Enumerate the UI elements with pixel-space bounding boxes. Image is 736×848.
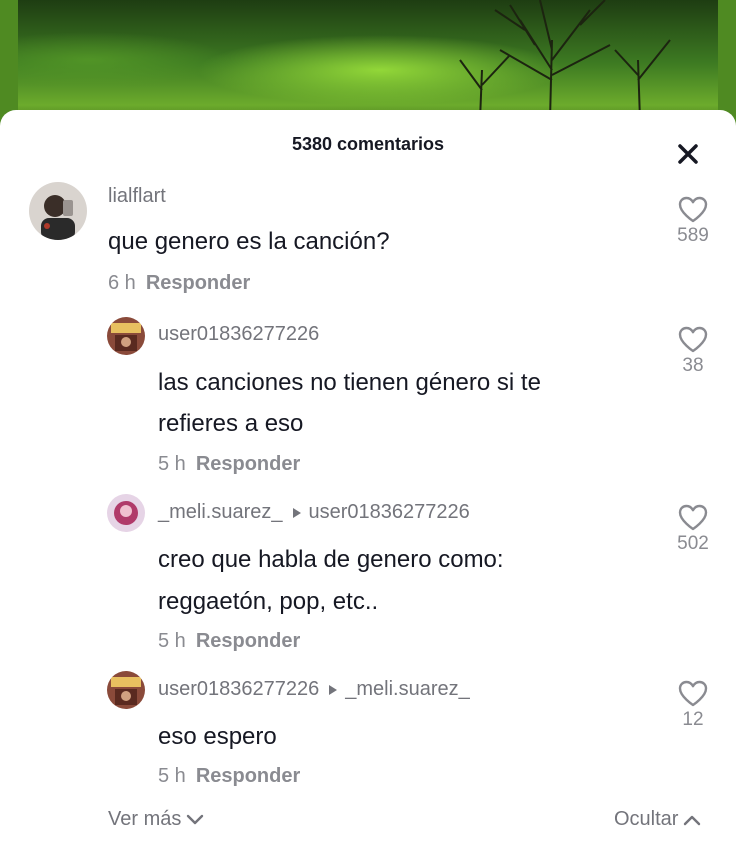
like-control: 12 (664, 680, 722, 731)
like-control: 589 (664, 196, 722, 247)
reply-button[interactable]: Responder (196, 765, 300, 787)
comment-username-row: _meli.suarez_ user01836277226 (158, 501, 470, 524)
reply-button[interactable]: Responder (146, 272, 250, 294)
comment-meta: 5 h Responder (158, 765, 300, 788)
like-count: 589 (677, 225, 709, 246)
heart-icon[interactable] (678, 326, 708, 353)
hide-replies-button[interactable]: Ocultar (614, 808, 701, 831)
comments-count-title: 5380 comentarios (291, 134, 445, 154)
comment-text: eso espero (158, 723, 277, 750)
close-icon[interactable] (674, 140, 702, 168)
comment-text-line-2: reggaetón, pop, etc.. (158, 588, 379, 615)
comment-text-line-1: las canciones no tienen género si te (158, 369, 541, 396)
reply-to-username[interactable]: _meli.suarez_ (345, 678, 470, 701)
avatar[interactable] (107, 317, 145, 355)
comment-meta: 5 h Responder (158, 453, 300, 476)
comment-time: 5 h (158, 630, 186, 652)
reply-arrow-icon (292, 507, 301, 518)
comment-text-line-2: refieres a eso (158, 410, 304, 437)
like-count: 38 (682, 355, 704, 376)
chevron-up-icon (684, 815, 701, 825)
chevron-down-icon (187, 814, 204, 824)
avatar[interactable] (107, 494, 145, 532)
comment-time: 5 h (158, 453, 186, 475)
avatar[interactable] (29, 182, 87, 240)
comment-time: 5 h (158, 765, 186, 787)
comment-username[interactable]: user01836277226 (158, 678, 319, 701)
heart-icon[interactable] (678, 196, 708, 223)
comment-username-row: user01836277226 _meli.suarez_ (158, 678, 470, 701)
like-count: 502 (677, 533, 709, 554)
reply-arrow-icon (329, 684, 338, 695)
hide-label: Ocultar (614, 808, 679, 830)
view-more-label: Ver más (108, 808, 182, 830)
comment-username[interactable]: _meli.suarez_ (158, 501, 283, 524)
comment-meta: 5 h Responder (158, 630, 300, 653)
reply-button[interactable]: Responder (196, 630, 300, 652)
comment-meta: 6 h Responder (108, 272, 250, 295)
comment-username[interactable]: user01836277226 (158, 323, 319, 346)
like-control: 502 (664, 504, 722, 555)
avatar[interactable] (107, 671, 145, 709)
comment-username[interactable]: lialflart (108, 185, 166, 208)
heart-icon[interactable] (678, 680, 708, 707)
comment-text: que genero es la canción? (108, 228, 390, 255)
comment-text-line-1: creo que habla de genero como: (158, 546, 504, 573)
heart-icon[interactable] (678, 504, 708, 531)
comment-time: 6 h (108, 272, 136, 294)
like-control: 38 (664, 326, 722, 377)
view-more-button[interactable]: Ver más (108, 808, 204, 831)
reply-button[interactable]: Responder (196, 453, 300, 475)
reply-to-username[interactable]: user01836277226 (309, 501, 470, 524)
tree-silhouette (459, 0, 671, 120)
like-count: 12 (682, 709, 704, 730)
